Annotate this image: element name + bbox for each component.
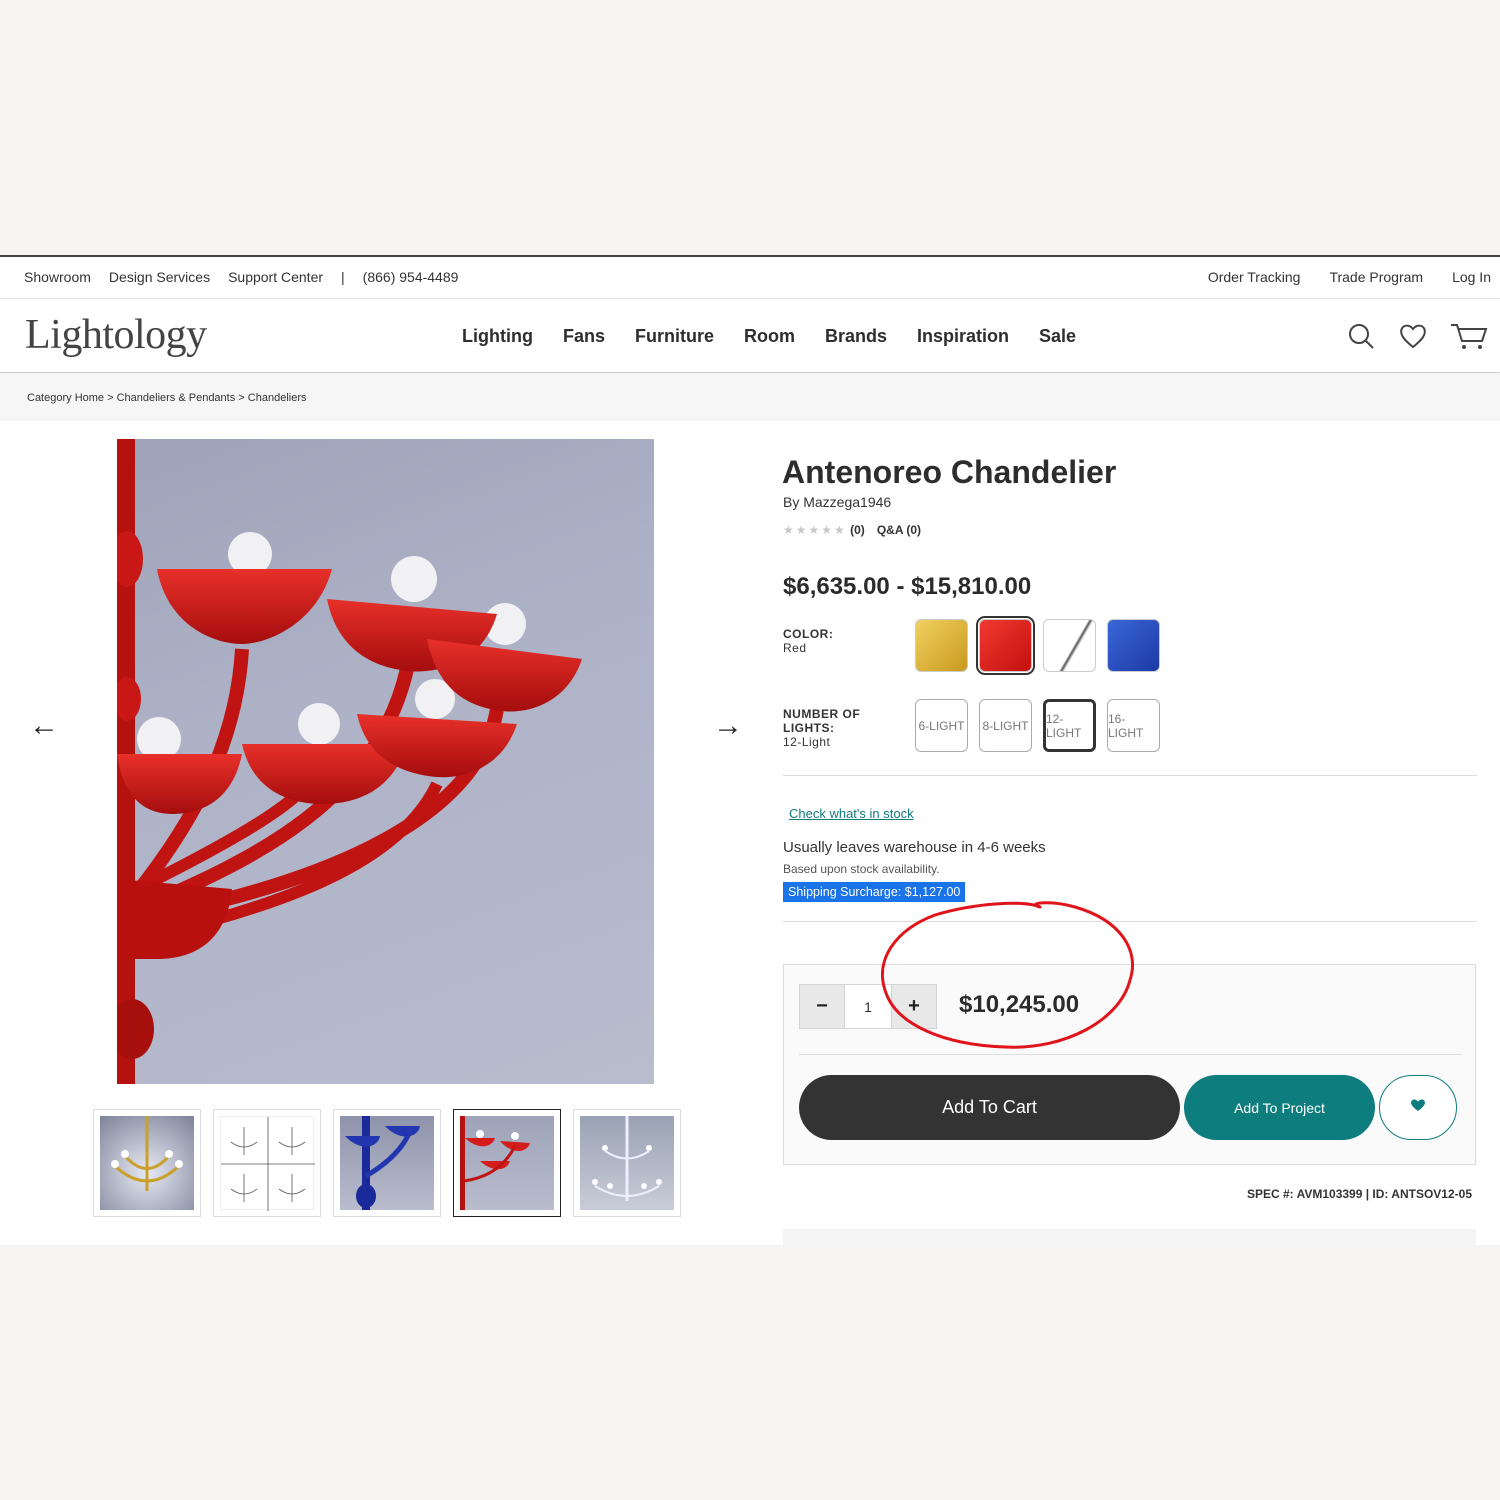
prev-image-arrow-icon[interactable]: ← — [27, 711, 61, 742]
add-to-project-button[interactable]: Add To Project — [1184, 1075, 1375, 1140]
main-header: Lightology Lighting Fans Furniture Room … — [0, 299, 1500, 373]
lights-option-12[interactable]: 12-LIGHT — [1043, 699, 1096, 752]
spec-id: SPEC #: AVM103399 | ID: ANTSOV12-05 — [1247, 1187, 1472, 1201]
nav-inspiration[interactable]: Inspiration — [917, 326, 1009, 347]
lights-option-8[interactable]: 8-LIGHT — [979, 699, 1032, 752]
quantity-stepper: − 1 + — [799, 984, 937, 1029]
nav-room[interactable]: Room — [744, 326, 795, 347]
utility-bar: Showroom Design Services Support Center … — [0, 257, 1500, 299]
trade-program-link[interactable]: Trade Program — [1329, 269, 1423, 285]
order-tracking-link[interactable]: Order Tracking — [1208, 269, 1301, 285]
lights-label: NUMBER OF LIGHTS: — [783, 707, 861, 735]
section-divider — [783, 1229, 1476, 1245]
thumbnail-line-drawings[interactable] — [213, 1109, 321, 1217]
lights-options: 6-LIGHT 8-LIGHT 12-LIGHT 16-LIGHT — [915, 699, 1160, 752]
color-swatches — [915, 616, 1160, 675]
breadcrumb: Category Home > Chandeliers & Pendants >… — [0, 374, 1500, 421]
log-in-link[interactable]: Log In — [1452, 269, 1491, 285]
stock-note: Based upon stock availability. — [783, 862, 940, 876]
add-to-cart-button[interactable]: Add To Cart — [799, 1075, 1180, 1140]
support-center-link[interactable]: Support Center — [228, 269, 323, 285]
swatch-blue[interactable] — [1107, 619, 1160, 672]
divider — [783, 775, 1477, 776]
color-label: COLOR: — [783, 627, 834, 641]
decrement-button[interactable]: − — [799, 984, 845, 1029]
brand-byline[interactable]: By Mazzega1946 — [783, 494, 891, 510]
review-count[interactable]: (0) — [850, 523, 865, 537]
increment-button[interactable]: + — [891, 984, 937, 1029]
total-price: $10,245.00 — [959, 991, 1080, 1018]
breadcrumb-chandeliers[interactable]: Chandeliers — [248, 392, 307, 404]
check-stock-link[interactable]: Check what's in stock — [789, 806, 914, 821]
breadcrumb-separator: > — [235, 392, 248, 404]
breadcrumb-category-home[interactable]: Category Home — [27, 392, 104, 404]
breadcrumb-chandeliers-pendants[interactable]: Chandeliers & Pendants — [117, 392, 236, 404]
thumbnail-red-chandelier[interactable] — [453, 1109, 561, 1217]
design-services-link[interactable]: Design Services — [109, 269, 210, 285]
favorite-button[interactable] — [1379, 1075, 1457, 1140]
product-main-image — [117, 439, 654, 1084]
next-image-arrow-icon[interactable]: → — [711, 711, 745, 742]
add-to-cart-panel: − 1 + $10,245.00 Add To Cart Add To Proj… — [783, 964, 1476, 1165]
swatch-crystal[interactable] — [1043, 619, 1096, 672]
logo[interactable]: Lightology — [25, 311, 207, 359]
quantity-input[interactable]: 1 — [845, 984, 891, 1029]
lead-time: Usually leaves warehouse in 4-6 weeks — [783, 839, 1046, 856]
thumbnail-blue-chandelier[interactable] — [333, 1109, 441, 1217]
lights-option-6[interactable]: 6-LIGHT — [915, 699, 968, 752]
heart-icon[interactable] — [1398, 321, 1428, 351]
lights-value: 12-Light — [783, 735, 831, 749]
heart-icon — [1410, 1098, 1426, 1117]
lights-option-label: NUMBER OF LIGHTS: 12-Light — [783, 707, 883, 749]
thumbnail-gold-chandelier[interactable] — [93, 1109, 201, 1217]
nav-brands[interactable]: Brands — [825, 326, 887, 347]
color-value: Red — [783, 641, 807, 655]
product-page: Showroom Design Services Support Center … — [0, 255, 1500, 1245]
product-title: Antenoreo Chandelier — [782, 454, 1117, 490]
divider — [799, 1054, 1462, 1055]
qa-link[interactable]: Q&A (0) — [877, 523, 921, 537]
divider — [783, 921, 1477, 922]
phone-link[interactable]: (866) 954-4489 — [363, 269, 459, 285]
nav-lighting[interactable]: Lighting — [462, 326, 533, 347]
nav-fans[interactable]: Fans — [563, 326, 605, 347]
thumbnail-crystal-chandelier[interactable] — [573, 1109, 681, 1217]
lights-option-16[interactable]: 16-LIGHT — [1107, 699, 1160, 752]
price-range: $6,635.00 - $15,810.00 — [783, 573, 1032, 600]
nav-furniture[interactable]: Furniture — [635, 326, 714, 347]
star-rating-icon[interactable]: ★★★★★ — [783, 523, 847, 537]
thumbnail-strip — [93, 1109, 681, 1217]
cart-icon[interactable] — [1450, 321, 1488, 351]
nav-sale[interactable]: Sale — [1039, 326, 1076, 347]
swatch-red[interactable] — [976, 616, 1035, 675]
separator: | — [341, 269, 345, 285]
rating-row: ★★★★★ (0) Q&A (0) — [783, 523, 921, 537]
main-nav: Lighting Fans Furniture Room Brands Insp… — [462, 326, 1076, 347]
swatch-gold[interactable] — [915, 619, 968, 672]
shipping-surcharge: Shipping Surcharge: $1,127.00 — [783, 882, 966, 902]
showroom-link[interactable]: Showroom — [24, 269, 91, 285]
color-option-label: COLOR: Red — [783, 627, 833, 655]
search-icon[interactable] — [1346, 321, 1376, 351]
breadcrumb-separator: > — [104, 392, 117, 404]
